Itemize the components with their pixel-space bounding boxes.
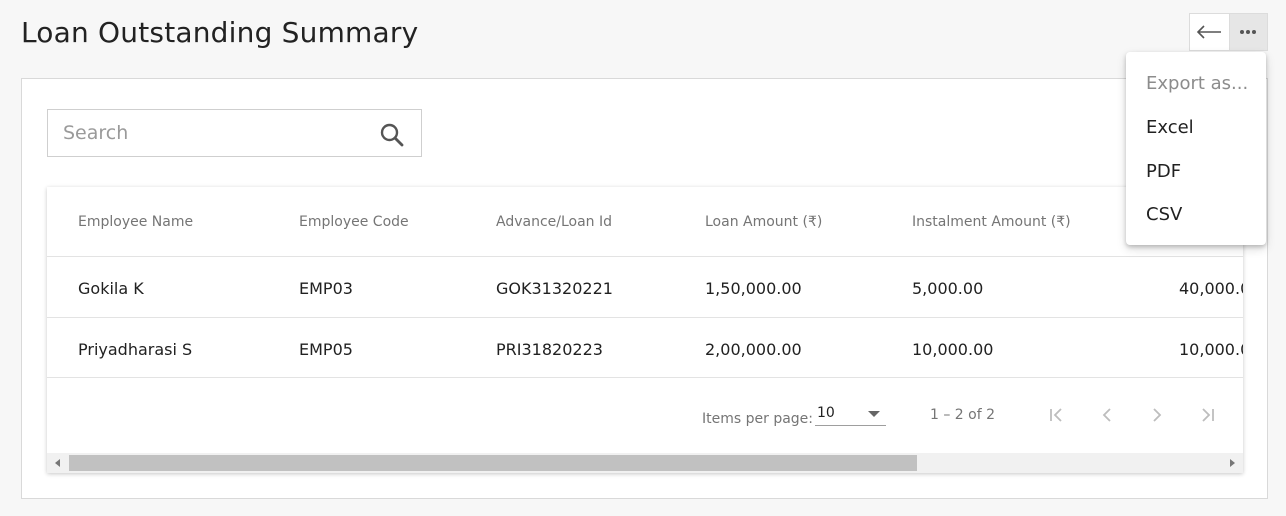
export-menu: Export as... Excel PDF CSV [1126,52,1266,245]
page-range-label: 1 – 2 of 2 [930,407,996,423]
column-header[interactable]: Employee Name [78,214,193,230]
items-per-page-value: 10 [817,405,835,421]
cell-employee-code: EMP03 [299,279,353,298]
search-input[interactable] [48,110,368,156]
cell-employee-name: Gokila K [78,279,144,298]
export-excel-item[interactable]: Excel [1146,117,1194,138]
export-pdf-item[interactable]: PDF [1146,161,1181,182]
arrow-left-icon [1197,25,1222,39]
cell-instalment-amount: 5,000.00 [912,279,984,298]
column-header[interactable]: Advance/Loan Id [496,214,612,230]
cell-loan-amount: 1,50,000.00 [705,279,802,298]
table-row[interactable]: Gokila K EMP03 GOK31320221 1,50,000.00 5… [47,257,1243,318]
first-page-icon [1050,408,1062,422]
cell-outstanding-amount: 10,000.0 [1179,340,1243,359]
summary-card: Employee Name Employee Code Advance/Loan… [21,78,1268,499]
items-per-page-label: Items per page: [702,411,814,427]
export-menu-title: Export as... [1146,73,1249,94]
table-row[interactable]: Priyadharasi S EMP05 PRI31820223 2,00,00… [47,318,1243,378]
column-header[interactable]: Instalment Amount (₹) [912,214,1071,230]
search-icon[interactable] [379,122,405,148]
loan-table: Employee Name Employee Code Advance/Loan… [47,187,1243,473]
export-csv-item[interactable]: CSV [1146,204,1182,225]
cell-employee-code: EMP05 [299,340,353,359]
cell-loan-id: GOK31320221 [496,279,613,298]
previous-page-button[interactable] [1092,400,1122,430]
cell-employee-name: Priyadharasi S [78,340,193,359]
more-horizontal-icon [1240,30,1257,34]
last-page-icon [1202,408,1214,422]
next-page-button[interactable] [1142,400,1172,430]
column-header[interactable]: Employee Code [299,214,409,230]
scroll-left-arrow-icon[interactable] [55,459,60,467]
cell-outstanding-amount: 40,000.0 [1179,279,1243,298]
search-box [47,109,422,157]
next-page-icon [1153,408,1162,422]
previous-page-icon [1102,408,1111,422]
last-page-button[interactable] [1192,400,1222,430]
scroll-right-arrow-icon[interactable] [1230,459,1235,467]
column-header[interactable]: Loan Amount (₹) [705,214,822,230]
horizontal-scrollbar[interactable] [47,453,1243,473]
items-per-page-select[interactable]: 10 [815,403,886,426]
cell-instalment-amount: 10,000.00 [912,340,994,359]
table-header-row: Employee Name Employee Code Advance/Loan… [47,187,1243,257]
first-page-button[interactable] [1042,400,1072,430]
back-button[interactable] [1190,14,1229,50]
header-actions [1189,13,1268,51]
more-options-button[interactable] [1228,14,1267,50]
page-title: Loan Outstanding Summary [21,16,419,49]
cell-loan-amount: 2,00,000.00 [705,340,802,359]
paginator: Items per page: 10 1 – 2 of 2 [47,378,1243,453]
scrollbar-thumb[interactable] [69,455,917,471]
dropdown-arrow-icon [868,411,880,417]
cell-loan-id: PRI31820223 [496,340,603,359]
